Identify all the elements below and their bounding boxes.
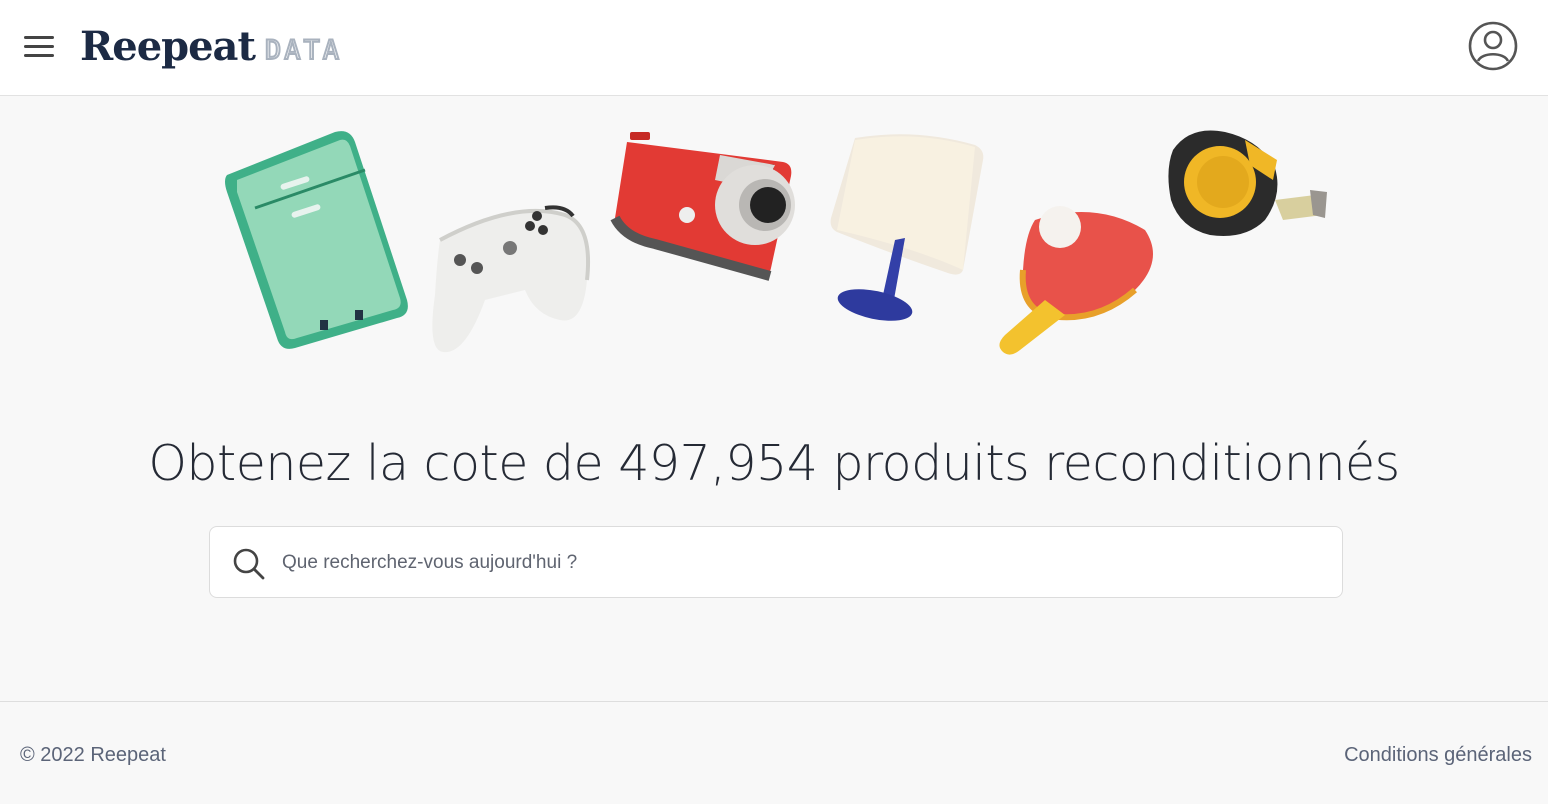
ping-pong-paddle-icon [999,206,1153,355]
game-controller-icon [432,205,590,353]
tape-measure-icon [1168,130,1327,236]
camera-icon [610,132,795,281]
footer-divider [0,701,1548,702]
logo-data-subtitle: DATA [264,34,342,67]
terms-link[interactable]: Conditions générales [1344,744,1532,767]
footer-copyright: © 2022 Reepeat [20,744,166,766]
search-bar[interactable] [209,526,1343,598]
search-icon [232,547,266,581]
hamburger-menu-icon[interactable] [22,33,56,61]
user-account-icon[interactable] [1468,21,1518,71]
reepeat-data-logo[interactable]: Reepeat DATA [80,18,342,74]
search-input[interactable] [282,541,1322,585]
logo-wordmark: Reepeat [80,22,256,70]
hero-products-illustration [215,120,1335,370]
page-headline: Obtenez la cote de 497,954 produits reco… [148,435,1400,492]
top-header: Reepeat DATA [0,0,1548,96]
refrigerator-icon [225,131,408,349]
table-lamp-icon [830,134,984,321]
